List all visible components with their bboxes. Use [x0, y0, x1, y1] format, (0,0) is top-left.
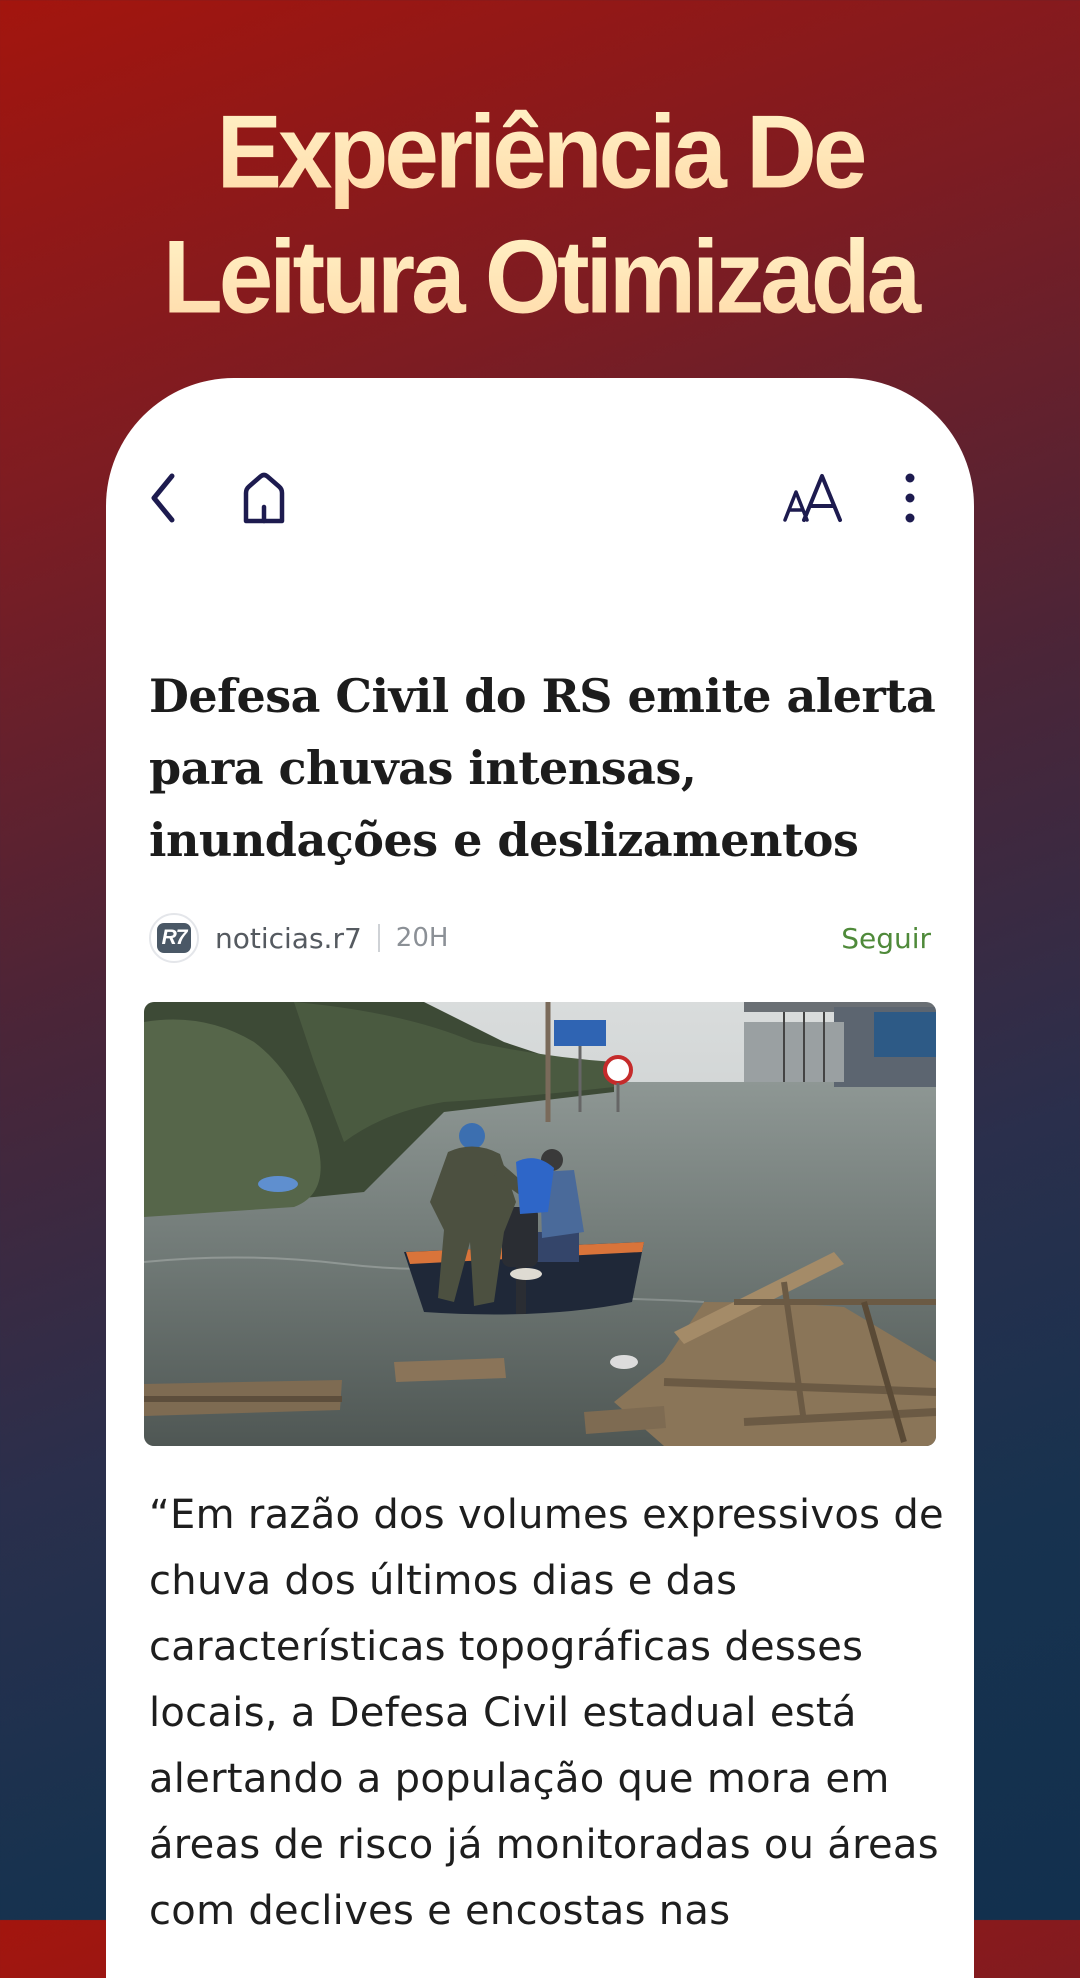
- article-photo[interactable]: [144, 1002, 936, 1446]
- article-meta: R7 noticias.r7 20H Seguir: [149, 910, 931, 966]
- source-logo[interactable]: R7: [149, 913, 199, 963]
- follow-button[interactable]: Seguir: [841, 922, 931, 955]
- more-options-button[interactable]: [870, 458, 950, 538]
- font-size-button[interactable]: [774, 458, 854, 538]
- article-headline: Defesa Civil do RS emite alerta para chu…: [149, 669, 936, 867]
- flood-boat-photo: [144, 1002, 936, 1446]
- publish-time: 20H: [395, 923, 449, 953]
- article-screen: Defesa Civil do RS emite alerta para chu…: [106, 378, 974, 1978]
- promo-title: Experiência De Leitura Otimizada: [0, 89, 1080, 339]
- article-toolbar: [106, 458, 974, 538]
- more-vertical-icon: [905, 473, 915, 523]
- chevron-left-icon: [151, 473, 175, 523]
- home-button[interactable]: [224, 458, 304, 538]
- promo-title-line-1: Experiência De: [0, 89, 1080, 214]
- back-button[interactable]: [124, 458, 204, 538]
- promo-title-line-2: Leitura Otimizada: [0, 214, 1080, 339]
- font-size-icon: [783, 474, 842, 522]
- article-body: “Em razão dos volumes expressivos de chu…: [149, 1492, 944, 1934]
- meta-divider: [377, 924, 380, 952]
- home-icon: [243, 472, 285, 524]
- article-header: Defesa Civil do RS emite alerta para chu…: [149, 660, 939, 876]
- source-logo-text: R7: [157, 923, 191, 953]
- source-name[interactable]: noticias.r7: [215, 922, 362, 955]
